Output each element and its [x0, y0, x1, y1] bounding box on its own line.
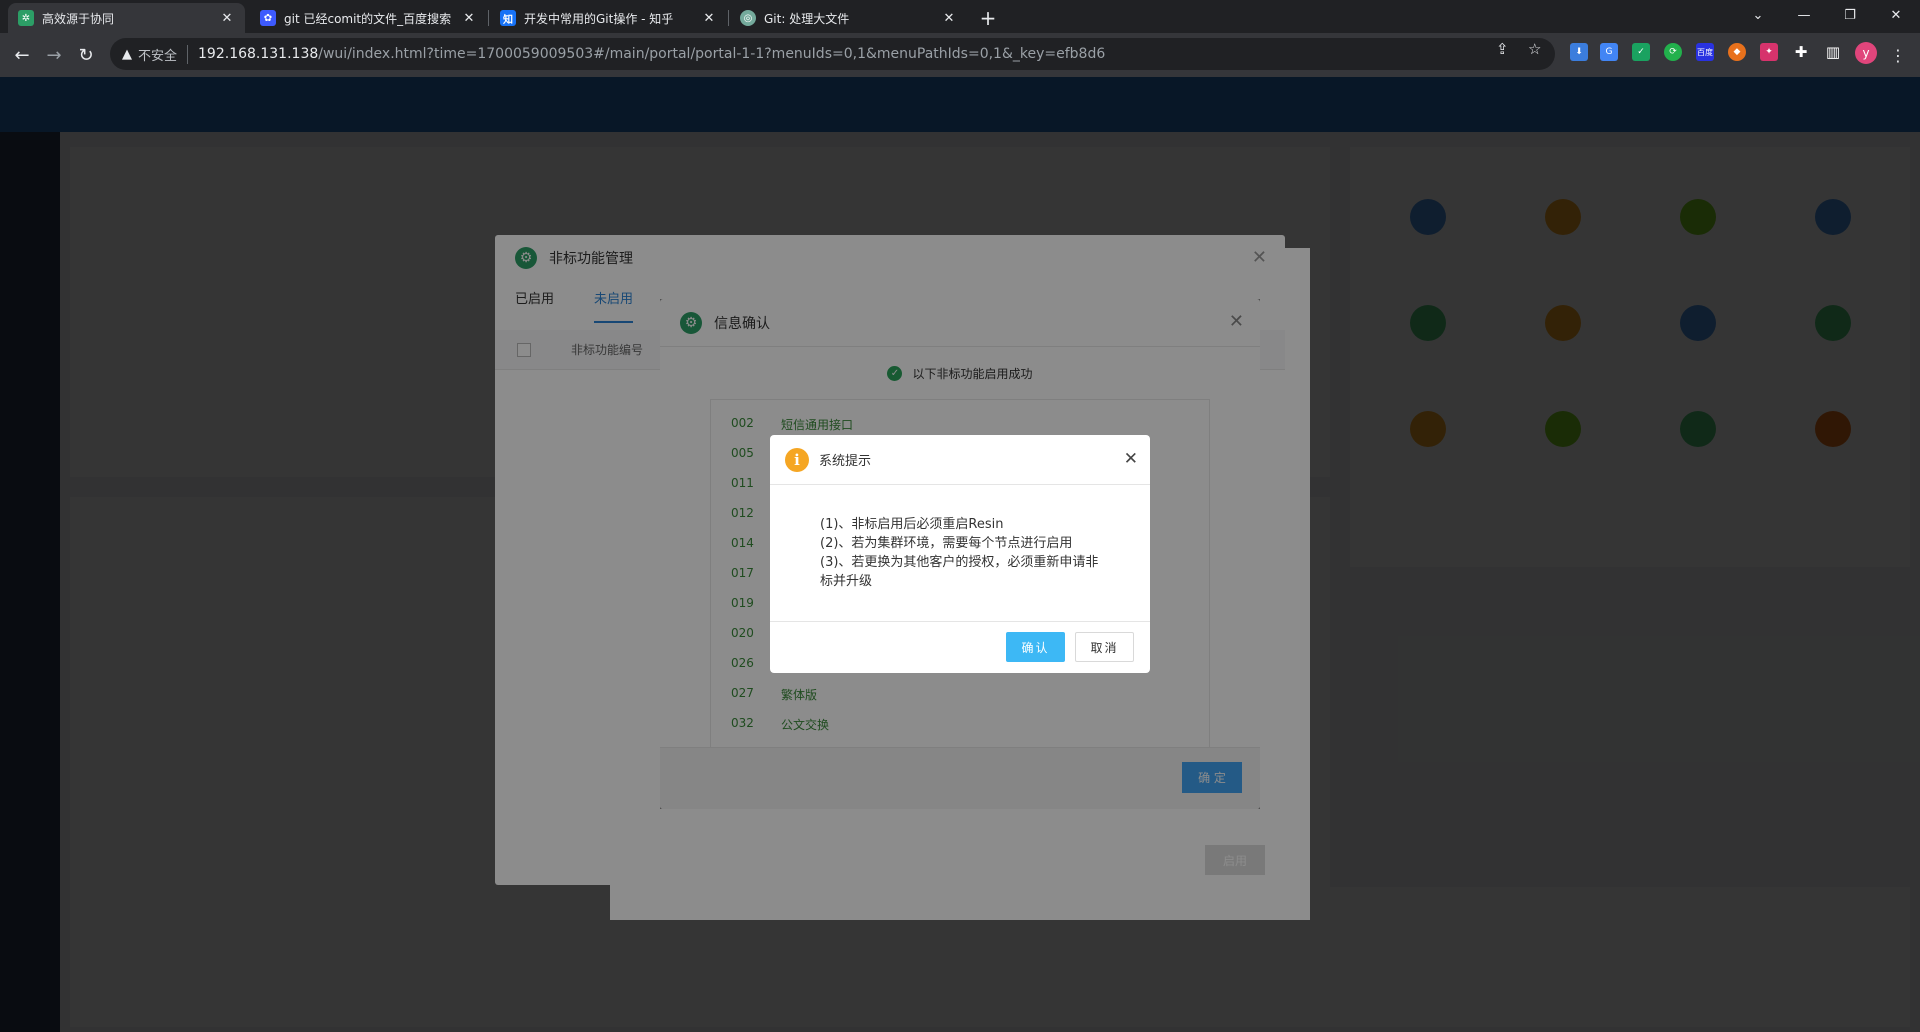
prompt-message: (1)、非标启用后必须重启Resin (2)、若为集群环境，需要每个节点进行启用…	[820, 515, 1110, 591]
close-icon[interactable]: ✕	[461, 11, 477, 26]
zhihu-icon: 知	[500, 10, 516, 26]
leaf-extension-icon[interactable]: ✓	[1632, 43, 1650, 61]
chatgpt-icon: ◎	[740, 10, 756, 26]
browser-tabstrip: ✲ 高效源于协同 ✕ ✿ git 已经comit的文件_百度搜索 ✕ 知 开发中…	[0, 0, 1920, 33]
pink-extension-icon[interactable]: ✦	[1760, 43, 1778, 61]
info-icon: i	[785, 447, 809, 472]
tab-title: Git: 处理大文件	[764, 11, 850, 26]
prompt-line: (2)、若为集群环境，需要每个节点进行启用	[820, 536, 1073, 551]
system-prompt-dialog: i 系统提示 ✕ (1)、非标启用后必须重启Resin (2)、若为集群环境，需…	[770, 435, 1150, 673]
tab-baidu[interactable]: ✿ git 已经comit的文件_百度搜索 ✕	[250, 3, 487, 33]
url-path: /wui/index.html?time=1700059009503#/main…	[318, 46, 1106, 62]
insecure-label: 不安全	[138, 44, 189, 64]
sync-extension-icon[interactable]: ⟳	[1664, 43, 1682, 61]
dialog-header: i 系统提示	[770, 435, 1150, 485]
brave-extension-icon[interactable]: ◆	[1728, 43, 1746, 61]
baidu-extension-label: 百度	[1697, 47, 1713, 57]
close-icon[interactable]: ✕	[219, 11, 235, 26]
close-icon[interactable]: ✕	[701, 11, 717, 26]
confirm-button[interactable]: 确认	[1006, 632, 1065, 662]
translate-extension-icon[interactable]: G	[1600, 43, 1618, 61]
tab-title: git 已经comit的文件_百度搜索	[284, 11, 452, 26]
url-host: 192.168.131.138	[198, 46, 319, 62]
download-extension-icon[interactable]: ⬇	[1570, 43, 1588, 61]
close-icon[interactable]: ✕	[1124, 449, 1138, 469]
close-icon[interactable]: ✕	[941, 11, 957, 26]
bookmark-star-icon[interactable]: ☆	[1528, 40, 1541, 58]
baidu-paw-icon: ✿	[260, 10, 276, 26]
side-panel-icon[interactable]: ▥	[1824, 43, 1842, 61]
tab-divider	[728, 10, 729, 26]
dialog-title: 系统提示	[819, 454, 872, 469]
cancel-button[interactable]: 取消	[1075, 632, 1134, 662]
profile-avatar[interactable]: y	[1855, 42, 1877, 64]
green-grid-icon: ✲	[18, 10, 34, 26]
browser-toolbar: ← → ↻ ▲ 不安全 192.168.131.138/wui/index.ht…	[0, 33, 1920, 77]
window-close-button[interactable]: ✕	[1874, 0, 1918, 30]
tab-zhihu[interactable]: 知 开发中常用的Git操作 - 知乎 ✕	[490, 3, 727, 33]
new-tab-button[interactable]: +	[975, 5, 1001, 31]
back-button[interactable]: ←	[8, 41, 36, 69]
baidu-extension-icon[interactable]: 百度	[1696, 43, 1714, 61]
tab-title: 开发中常用的Git操作 - 知乎	[524, 11, 674, 26]
tab-title: 高效源于协同	[42, 11, 115, 26]
tab-divider	[488, 10, 489, 26]
prompt-line: (3)、若更换为其他客户的授权，必须重新申请非标并升级	[820, 555, 1099, 589]
tab-xietong[interactable]: ✲ 高效源于协同 ✕	[8, 3, 245, 33]
prompt-line: (1)、非标启用后必须重启Resin	[820, 517, 1004, 532]
restore-button[interactable]: ❐	[1828, 0, 1872, 30]
address-bar[interactable]: ▲ 不安全 192.168.131.138/wui/index.html?tim…	[110, 38, 1555, 70]
tab-search-icon[interactable]: ⌄	[1736, 0, 1780, 30]
tab-chatgpt[interactable]: ◎ Git: 处理大文件 ✕	[730, 3, 967, 33]
warning-icon: ▲	[122, 46, 132, 62]
puzzle-extensions-icon[interactable]: ✚	[1792, 43, 1810, 61]
reload-button[interactable]: ↻	[72, 41, 100, 69]
forward-button[interactable]: →	[40, 41, 68, 69]
menu-kebab-icon[interactable]: ⋮	[1884, 41, 1912, 69]
share-icon[interactable]: ⇪	[1496, 40, 1509, 58]
minimize-button[interactable]: —	[1782, 0, 1826, 30]
